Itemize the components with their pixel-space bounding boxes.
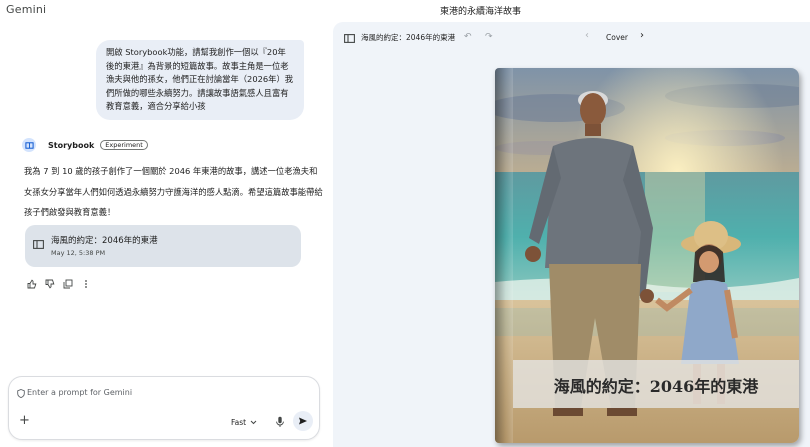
- undo-icon[interactable]: ↶: [464, 32, 472, 42]
- book-icon: [344, 34, 355, 43]
- experiment-badge: Experiment: [100, 140, 148, 150]
- assistant-reply: 我為 7 到 10 歲的孩子創作了一個關於 2046 年東港的故事，講述一位老漁…: [24, 166, 323, 217]
- book-icon: [33, 240, 44, 249]
- storybook-toolbar: 海風的約定：2046年的東港 ↶ ↷ ‹ Cover ›: [333, 22, 810, 52]
- storybook-panel: 海風的約定：2046年的東港 ↶ ↷ ‹ Cover › 海風的約定：2046年…: [333, 22, 810, 447]
- app-title: Gemini: [6, 3, 47, 16]
- redo-icon[interactable]: ↷: [485, 32, 493, 42]
- thumb-down-icon[interactable]: [44, 278, 55, 289]
- prompt-input[interactable]: [27, 388, 297, 397]
- previous-page-button[interactable]: ‹: [585, 30, 589, 41]
- add-button[interactable]: +: [19, 414, 30, 427]
- assistant-header: Storybook Experiment: [22, 138, 148, 152]
- shield-icon: [17, 389, 25, 398]
- next-page-button[interactable]: ›: [640, 30, 644, 41]
- mode-selector[interactable]: Fast: [231, 418, 257, 427]
- storybook-card-time: May 12, 5:38 PM: [51, 249, 106, 257]
- page-indicator: Cover: [606, 33, 628, 42]
- send-icon: [299, 417, 307, 425]
- cover-spine: [495, 68, 513, 443]
- thumb-up-icon[interactable]: [26, 278, 37, 289]
- send-button[interactable]: [293, 411, 313, 431]
- prompt-box: + Fast: [8, 376, 320, 440]
- chat-panel: 開啟 Storybook功能，請幫我創作一個以『20年後的東港』為背景的短篇故事…: [0, 22, 330, 447]
- storybook-cover[interactable]: 海風的約定：2046年的東港: [495, 68, 799, 443]
- more-icon[interactable]: [80, 278, 91, 289]
- cover-title-band: 海風的約定：2046年的東港: [513, 360, 799, 408]
- storybook-card[interactable]: 海風的約定：2046年的東港 May 12, 5:38 PM: [25, 225, 301, 267]
- mode-label: Fast: [231, 418, 247, 427]
- user-message: 開啟 Storybook功能，請幫我創作一個以『20年後的東港』為背景的短篇故事…: [96, 40, 304, 120]
- assistant-name: Storybook: [48, 140, 95, 150]
- storybook-icon: [22, 138, 36, 152]
- cover-title: 海風的約定：2046年的東港: [553, 377, 759, 396]
- chevron-down-icon: [250, 420, 257, 425]
- copy-icon[interactable]: [62, 278, 73, 289]
- storybook-card-title: 海風的約定：2046年的東港: [51, 236, 158, 246]
- microphone-icon[interactable]: [275, 416, 285, 428]
- response-actions: [26, 278, 91, 289]
- storybook-title: 海風的約定：2046年的東港: [361, 33, 456, 42]
- document-title: 東港的永續海洋故事: [440, 7, 522, 17]
